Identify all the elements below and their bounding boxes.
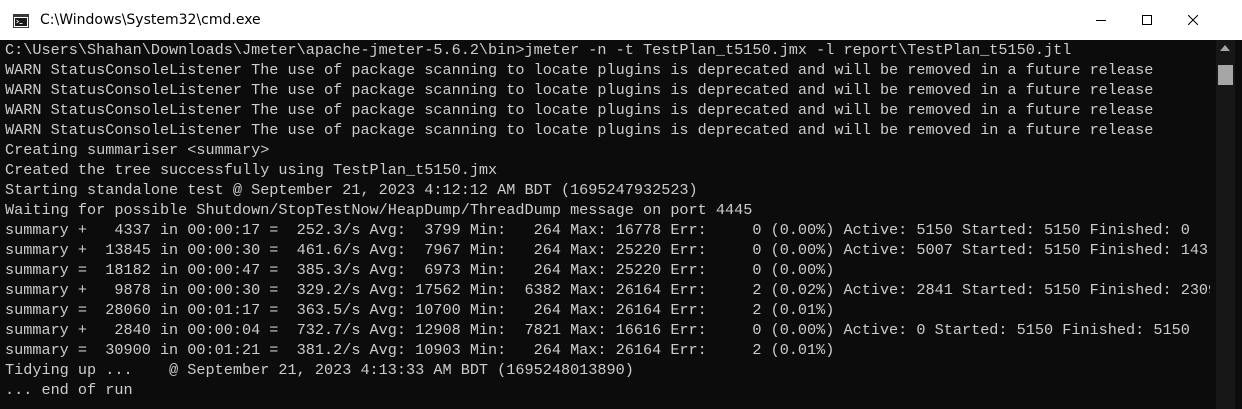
console-app-icon[interactable] [13, 13, 29, 28]
close-icon [1188, 15, 1198, 25]
console-lines: C:\Users\Shahan\Downloads\Jmeter\apache-… [5, 40, 1210, 400]
minimize-icon [1096, 20, 1106, 21]
maximize-button[interactable] [1124, 0, 1170, 40]
console-line: summary + 4337 in 00:00:17 = 252.3/s Avg… [5, 221, 1190, 239]
minimize-button[interactable] [1078, 0, 1124, 40]
console-line: WARN StatusConsoleListener The use of pa… [5, 61, 1154, 79]
console-line: WARN StatusConsoleListener The use of pa… [5, 101, 1154, 119]
scrollbar-thumb[interactable] [1218, 65, 1233, 85]
console-line: Waiting for possible Shutdown/StopTestNo… [5, 201, 753, 219]
vertical-scrollbar[interactable] [1216, 40, 1235, 409]
title-bar[interactable]: C:\Windows\System32\cmd.exe [0, 0, 1242, 40]
close-button[interactable] [1170, 0, 1216, 40]
maximize-icon [1142, 15, 1152, 25]
console-line: Starting standalone test @ September 21,… [5, 181, 698, 199]
scroll-up-arrow-icon[interactable] [1220, 45, 1230, 51]
window-title: C:\Windows\System32\cmd.exe [40, 12, 261, 28]
console-line: summary = 30900 in 00:01:21 = 381.2/s Av… [5, 341, 835, 359]
console-line: Creating summariser <summary> [5, 141, 270, 159]
console-output[interactable]: C:\Users\Shahan\Downloads\Jmeter\apache-… [5, 40, 1210, 409]
console-line: ... end of run [5, 381, 133, 399]
console-line: summary + 13845 in 00:00:30 = 461.6/s Av… [5, 241, 1209, 259]
console-line: Tidying up ... @ September 21, 2023 4:13… [5, 361, 634, 379]
console-line: summary + 2840 in 00:00:04 = 732.7/s Avg… [5, 321, 1190, 339]
console-line: C:\Users\Shahan\Downloads\Jmeter\apache-… [5, 41, 1072, 59]
console-line: summary = 18182 in 00:00:47 = 385.3/s Av… [5, 261, 835, 279]
cmd-window: C:\Windows\System32\cmd.exe C:\Users\Sha… [0, 0, 1242, 409]
console-line: WARN StatusConsoleListener The use of pa… [5, 121, 1154, 139]
console-line: WARN StatusConsoleListener The use of pa… [5, 81, 1154, 99]
console-line: summary = 28060 in 00:01:17 = 363.5/s Av… [5, 301, 835, 319]
console-line: summary + 9878 in 00:00:30 = 329.2/s Avg… [5, 281, 1210, 299]
console-line: Created the tree successfully using Test… [5, 161, 498, 179]
